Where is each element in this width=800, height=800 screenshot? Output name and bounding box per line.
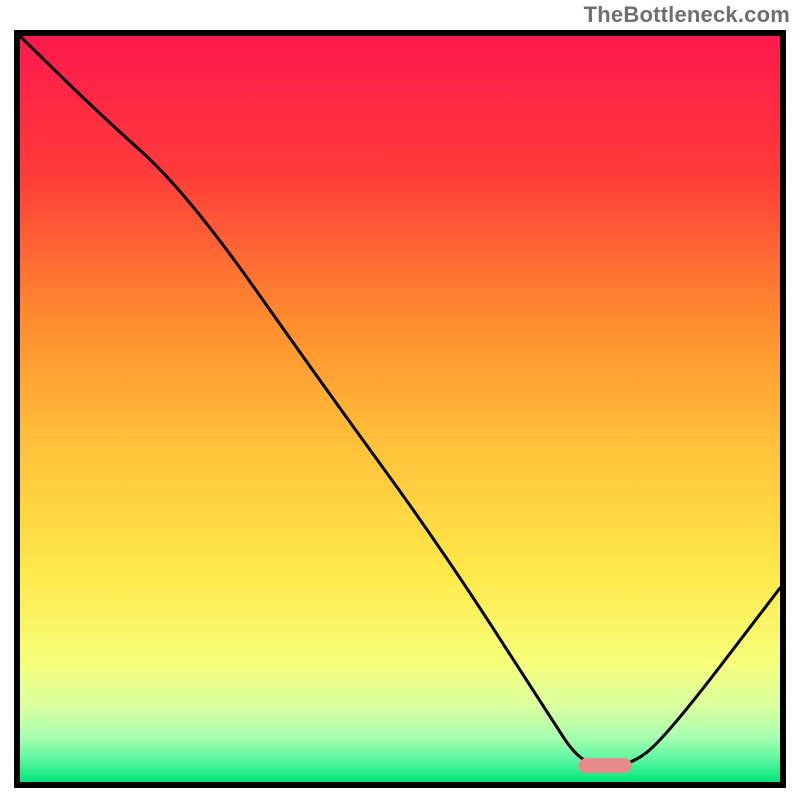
bottleneck-curve bbox=[20, 36, 780, 767]
chart-canvas: TheBottleneck.com bbox=[0, 0, 800, 800]
optimal-zone-marker bbox=[579, 758, 632, 773]
plot-frame bbox=[14, 30, 786, 788]
watermark-text: TheBottleneck.com bbox=[584, 2, 790, 28]
curve-layer bbox=[20, 36, 780, 782]
